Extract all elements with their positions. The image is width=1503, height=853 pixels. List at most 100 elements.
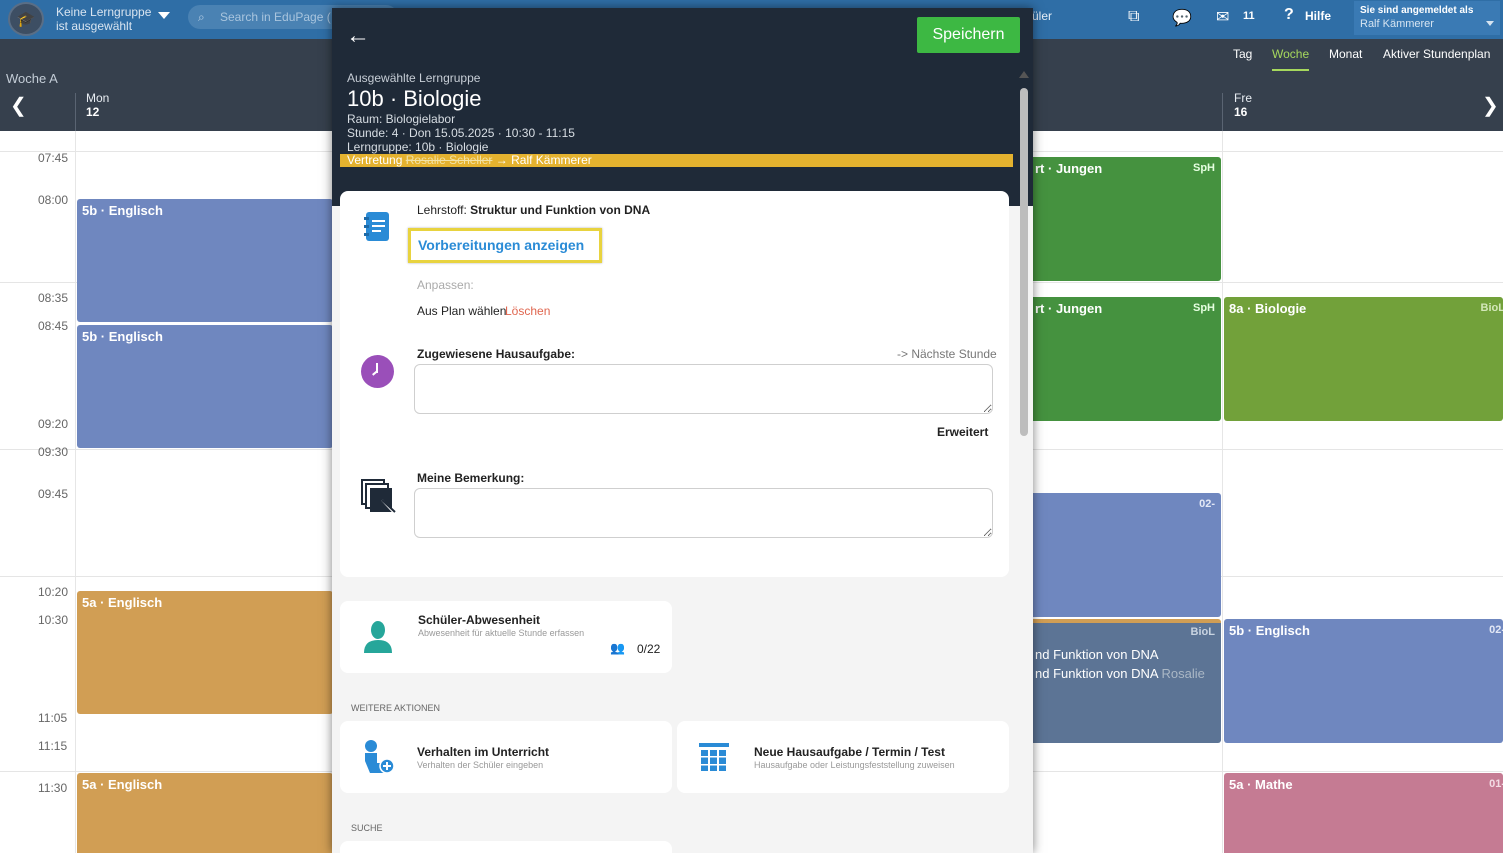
lesson-room: 02- — [1199, 498, 1215, 510]
section-title: SUCHE — [351, 823, 383, 833]
save-button[interactable]: Speichern — [917, 17, 1020, 53]
lesson-period: Stunde: 4 · Don 15.05.2025 · 10:30 - 11:… — [347, 126, 575, 140]
lesson-card[interactable]: 5b · Englisch — [77, 199, 333, 322]
back-arrow-icon[interactable]: ← — [346, 22, 370, 50]
search-action-card[interactable] — [340, 841, 672, 853]
mail-icon[interactable]: ✉ — [1216, 7, 1229, 27]
show-preparations-button[interactable]: Vorbereitungen anzeigen — [408, 228, 602, 263]
advanced-link[interactable]: Erweitert — [937, 425, 988, 439]
week-label: Woche A — [6, 71, 58, 86]
absence-card[interactable]: Schüler-Abwesenheit Abwesenheit für aktu… — [340, 601, 672, 673]
lesson-room: 01- — [1489, 778, 1503, 790]
lesson-topic-line2: nd Funktion von DNA Rosalie — [1035, 666, 1205, 681]
selected-group-label: Ausgewählte Lerngruppe — [347, 71, 481, 85]
group-selector[interactable]: Keine Lerngruppe ist ausgewählt — [56, 5, 151, 33]
dialog-header: ← Speichern Ausgewählte Lerngruppe 10b ·… — [332, 8, 1033, 206]
chat-icon[interactable]: 💬 — [1172, 8, 1192, 28]
lehrstoff-value: Struktur und Funktion von DNA — [470, 203, 651, 217]
tab-aktiver-stundenplan[interactable]: Aktiver Stundenplan — [1383, 47, 1490, 61]
chevron-left-icon[interactable]: ❮ — [10, 93, 27, 118]
mail-count-badge: 11 — [1243, 10, 1255, 22]
lesson-topic: nd Funktion von DNA nd Funktion von DNA … — [1025, 645, 1216, 683]
login-menu[interactable]: Sie sind angemeldet als Ralf Kämmerer — [1354, 1, 1500, 35]
chevron-down-icon[interactable] — [158, 12, 170, 19]
column-divider — [75, 131, 76, 853]
substitution-bar: Vertretung Rosalie Scheller → Ralf Kämme… — [340, 154, 1013, 167]
day-header-fri: Fre 16 — [1234, 91, 1252, 119]
substitution-original-teacher: Rosalie Scheller — [405, 153, 493, 167]
tab-woche[interactable]: Woche — [1272, 47, 1310, 71]
day-number: 12 — [86, 105, 100, 119]
clock-icon — [361, 355, 394, 388]
group-selector-line2: ist ausgewählt — [56, 19, 133, 33]
time-label: 09:30 — [38, 445, 69, 459]
absence-subtitle: Abwesenheit für aktuelle Stunde erfassen — [418, 628, 585, 638]
next-lesson-link[interactable]: -> Nächste Stunde — [897, 347, 997, 361]
lesson-room: BioL — [1190, 626, 1215, 638]
scroll-up-icon[interactable] — [1019, 71, 1029, 78]
divider — [75, 93, 76, 131]
tab-tag[interactable]: Tag — [1233, 47, 1252, 61]
remark-textarea[interactable] — [414, 488, 993, 538]
time-label: 10:30 — [38, 613, 69, 627]
day-name: Mon — [86, 91, 110, 105]
lesson-title: 5a · Mathe — [1229, 777, 1293, 792]
day-number: 16 — [1234, 105, 1248, 119]
tab-monat[interactable]: Monat — [1329, 47, 1362, 61]
section-title: WEITERE AKTIONEN — [351, 703, 441, 713]
lesson-card[interactable]: 5a · Englisch — [77, 773, 333, 853]
homework-label: Zugewiesene Hausaufgabe: — [417, 347, 576, 361]
choose-from-plan-link[interactable]: Aus Plan wählen — [417, 304, 506, 318]
lesson-room: SpH — [1193, 162, 1215, 174]
time-label: 08:45 — [38, 319, 69, 333]
scrollbar[interactable] — [1017, 66, 1031, 853]
lesson-card[interactable]: BioL nd Funktion von DNA nd Funktion von… — [1020, 619, 1221, 743]
notes-icon — [361, 479, 396, 514]
books-icon — [699, 743, 729, 771]
time-label: 08:35 — [38, 291, 69, 305]
cast-icon[interactable]: ⧉ — [1128, 8, 1139, 26]
homework-textarea[interactable] — [414, 364, 993, 414]
people-icon: 👥 — [610, 641, 625, 655]
behavior-action-card[interactable]: Verhalten im Unterricht Verhalten der Sc… — [340, 721, 672, 793]
help-link[interactable]: Hilfe — [1305, 9, 1331, 23]
lesson-card[interactable]: 8a · Biologie BioL — [1224, 297, 1503, 421]
lesson-title: 10b · Biologie — [347, 86, 482, 111]
help-icon[interactable]: ? — [1284, 6, 1294, 24]
lesson-card[interactable]: 5b · Englisch — [77, 325, 333, 448]
time-label: 09:20 — [38, 417, 69, 431]
new-homework-action-card[interactable]: Neue Hausaufgabe / Termin / Test Hausauf… — [677, 721, 1009, 793]
substitution-prefix: Vertretung — [347, 153, 403, 167]
lesson-card[interactable]: rt · Jungen SpH — [1020, 297, 1221, 421]
lesson-card[interactable]: 5a · Englisch — [77, 591, 333, 714]
lesson-title: 5a · Englisch — [82, 595, 163, 610]
lehrstoff-row: Lehrstoff: Struktur und Funktion von DNA — [417, 203, 650, 217]
time-label: 08:00 — [38, 193, 69, 207]
new-homework-subtitle: Hausaufgabe oder Leistungsfeststellung z… — [754, 760, 955, 770]
divider — [1222, 93, 1223, 131]
lesson-card[interactable]: rt · Jungen SpH — [1020, 157, 1221, 281]
new-homework-title: Neue Hausaufgabe / Termin / Test — [754, 745, 945, 759]
time-label: 11:05 — [38, 711, 68, 725]
lehrstoff-label: Lehrstoff: — [417, 203, 467, 217]
edupage-logo-icon[interactable]: 🎓 — [8, 2, 44, 36]
lesson-card[interactable]: 5b · Englisch 02- — [1224, 619, 1503, 743]
absence-title: Schüler-Abwesenheit — [418, 613, 541, 627]
column-divider — [1222, 131, 1223, 853]
login-label: Sie sind angemeldet als — [1360, 5, 1474, 16]
search-placeholder: Search in EduPage ( — [220, 10, 331, 24]
lesson-room: BioL — [1480, 302, 1503, 314]
day-name: Fre — [1234, 91, 1252, 105]
delete-link[interactable]: Löschen — [505, 304, 550, 318]
lesson-title: 5b · Englisch — [1229, 623, 1310, 638]
day-header-mon: Mon 12 — [86, 91, 109, 119]
schueler-menu[interactable]: üler — [1032, 9, 1052, 23]
lesson-card[interactable]: 5a · Mathe 01- — [1224, 773, 1503, 853]
lesson-card[interactable]: 02- — [1020, 493, 1221, 617]
lesson-room: Raum: Biologielabor — [347, 112, 456, 126]
lesson-teacher: Rosalie — [1161, 666, 1205, 681]
scrollbar-thumb[interactable] — [1020, 88, 1028, 436]
lesson-detail-dialog: ← Speichern Ausgewählte Lerngruppe 10b ·… — [332, 8, 1033, 853]
chevron-right-icon[interactable]: ❯ — [1482, 93, 1499, 118]
lesson-group: Lerngruppe: 10b · Biologie — [347, 140, 489, 154]
